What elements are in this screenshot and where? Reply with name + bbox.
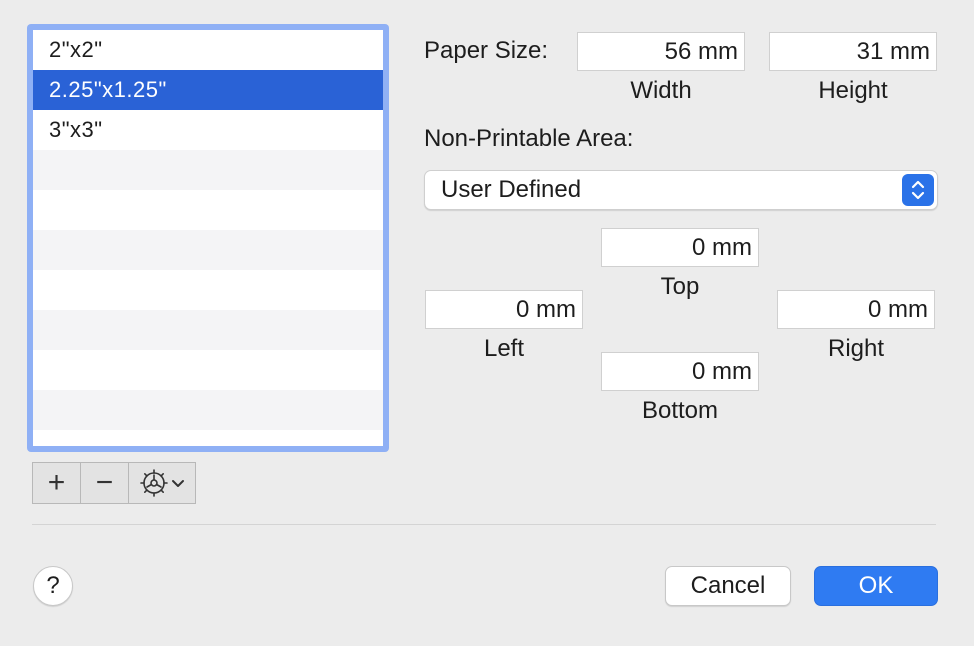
help-button[interactable]: ? xyxy=(33,566,73,606)
paper-size-list-focus-ring: 2"x2" 2.25"x1.25" 3"x3" xyxy=(27,24,389,452)
remove-button[interactable]: − xyxy=(81,463,129,503)
gear-icon xyxy=(140,469,168,497)
non-printable-area-label: Non-Printable Area: xyxy=(424,125,634,152)
actions-menu-button[interactable] xyxy=(129,463,195,503)
custom-paper-size-dialog: 2"x2" 2.25"x1.25" 3"x3" + − Paper Size: … xyxy=(0,0,974,646)
right-margin-field[interactable]: 0 mm xyxy=(777,290,935,329)
left-label: Left xyxy=(483,335,525,362)
bottom-label: Bottom xyxy=(641,397,719,424)
list-item-empty xyxy=(33,430,383,446)
add-button[interactable]: + xyxy=(33,463,81,503)
list-item-empty xyxy=(33,230,383,270)
list-item-selected[interactable]: 2.25"x1.25" xyxy=(33,70,383,110)
list-item[interactable]: 3"x3" xyxy=(33,110,383,150)
list-item-empty xyxy=(33,270,383,310)
list-item-empty xyxy=(33,310,383,350)
up-down-chevron-icon xyxy=(902,174,934,206)
width-label: Width xyxy=(630,77,692,104)
non-printable-area-popup[interactable]: User Defined xyxy=(424,170,938,210)
paper-size-label: Paper Size: xyxy=(424,37,549,64)
paper-height-field[interactable]: 31 mm xyxy=(769,32,937,71)
list-item-empty xyxy=(33,150,383,190)
top-margin-field[interactable]: 0 mm xyxy=(601,228,759,267)
list-button-bar: + − xyxy=(32,462,196,504)
list-item[interactable]: 2"x2" xyxy=(33,30,383,70)
cancel-button[interactable]: Cancel xyxy=(665,566,791,606)
paper-width-field[interactable]: 56 mm xyxy=(577,32,745,71)
right-label: Right xyxy=(827,335,885,362)
ok-button[interactable]: OK xyxy=(814,566,938,606)
paper-size-list[interactable]: 2"x2" 2.25"x1.25" 3"x3" xyxy=(33,30,383,446)
divider xyxy=(32,524,936,525)
minus-icon: − xyxy=(95,466,114,499)
list-item-empty xyxy=(33,190,383,230)
bottom-margin-field[interactable]: 0 mm xyxy=(601,352,759,391)
list-item-empty xyxy=(33,390,383,430)
height-label: Height xyxy=(818,77,888,104)
top-label: Top xyxy=(660,273,700,300)
plus-icon: + xyxy=(47,466,66,499)
chevron-down-icon xyxy=(172,480,184,487)
popup-selected-value: User Defined xyxy=(441,176,582,203)
list-item-empty xyxy=(33,350,383,390)
left-margin-field[interactable]: 0 mm xyxy=(425,290,583,329)
